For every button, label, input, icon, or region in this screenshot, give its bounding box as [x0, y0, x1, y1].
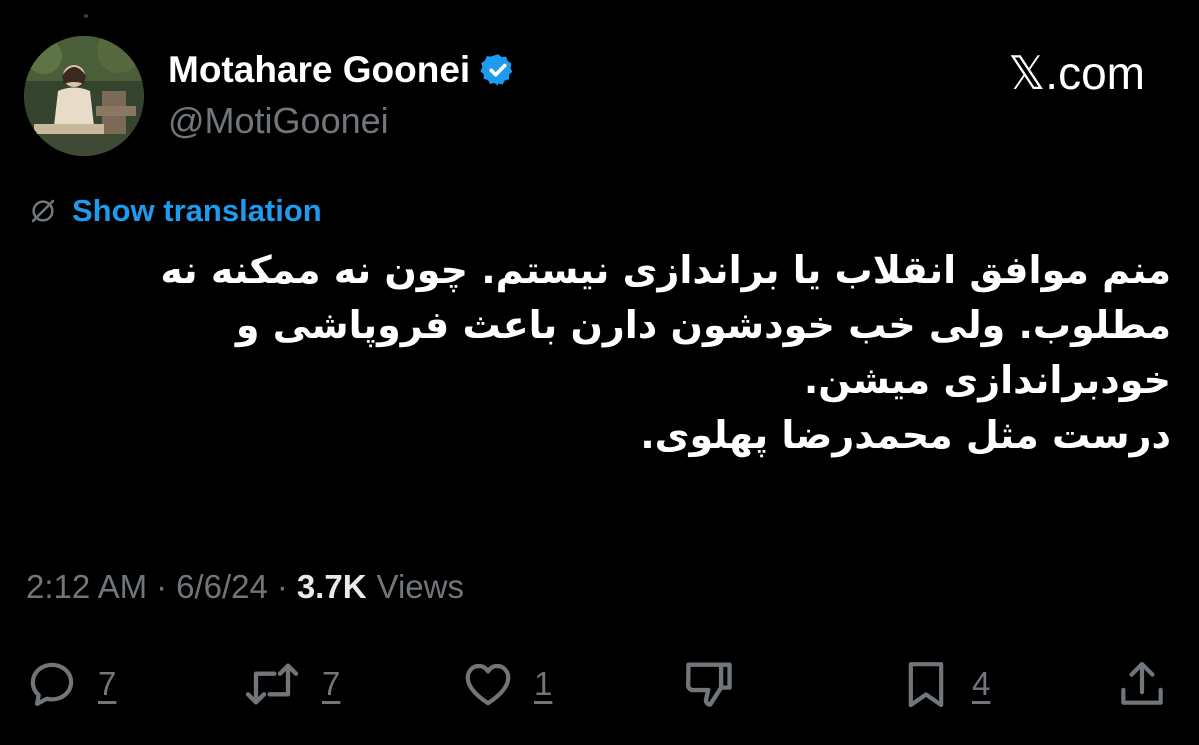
tweet-text: منم موافق انقلاب یا براندازی نیستم. چون …	[31, 243, 1171, 463]
bookmark-icon	[908, 662, 944, 708]
avatar[interactable]	[24, 36, 144, 156]
reply-icon	[30, 662, 74, 706]
author-handle[interactable]: @MotiGoonei	[168, 100, 389, 142]
retweet-count[interactable]: 7	[322, 665, 340, 703]
meta-separator: ·	[276, 568, 288, 605]
like-button[interactable]: 1	[460, 652, 552, 716]
dislike-button[interactable]	[680, 652, 738, 716]
meta-separator: ·	[156, 568, 168, 605]
tweet-text-line: خودبراندازی میشن.	[803, 358, 1171, 402]
tweet-text-line: مطلوب. ولی خب خودشون دارن باعث فروپاشی و	[235, 303, 1171, 347]
reply-count[interactable]: 7	[98, 665, 116, 703]
tweet-time[interactable]: 2:12 AM	[26, 568, 147, 606]
author-name-text[interactable]: Motahare Goonei	[168, 49, 470, 91]
share-button[interactable]	[1114, 652, 1170, 716]
thumbs-down-icon	[685, 662, 732, 707]
translation-disabled-icon	[31, 199, 55, 223]
decorative-dot	[84, 14, 88, 18]
retweet-button[interactable]: 7	[240, 652, 340, 716]
bookmark-button[interactable]: 4	[898, 652, 990, 716]
share-icon	[1121, 662, 1163, 705]
tweet-text-line: درست مثل محمدرضا پهلوی.	[640, 413, 1171, 457]
views-label[interactable]: Views	[377, 568, 464, 606]
heart-icon	[465, 663, 511, 706]
views-count[interactable]: 3.7K	[297, 568, 367, 606]
author-display-name[interactable]: Motahare Goonei	[168, 49, 516, 91]
show-translation-link[interactable]: Show translation	[72, 193, 322, 229]
action-bar: 7 7 1 4	[0, 652, 1199, 716]
translation-row: Show translation	[28, 193, 322, 229]
avatar-photo	[24, 36, 144, 156]
retweet-icon	[245, 663, 299, 705]
tweet-text-line: منم موافق انقلاب یا براندازی نیستم. چون …	[160, 248, 1171, 292]
tweet-meta: 2:12 AM · 6/6/24 · 3.7K Views	[26, 568, 464, 606]
verified-badge-icon	[480, 54, 513, 86]
bookmark-count[interactable]: 4	[972, 665, 990, 703]
brand-logo: 𝕏.com	[1008, 47, 1145, 99]
tweet-date[interactable]: 6/6/24	[176, 568, 268, 606]
reply-button[interactable]: 7	[24, 652, 116, 716]
like-count[interactable]: 1	[534, 665, 552, 703]
